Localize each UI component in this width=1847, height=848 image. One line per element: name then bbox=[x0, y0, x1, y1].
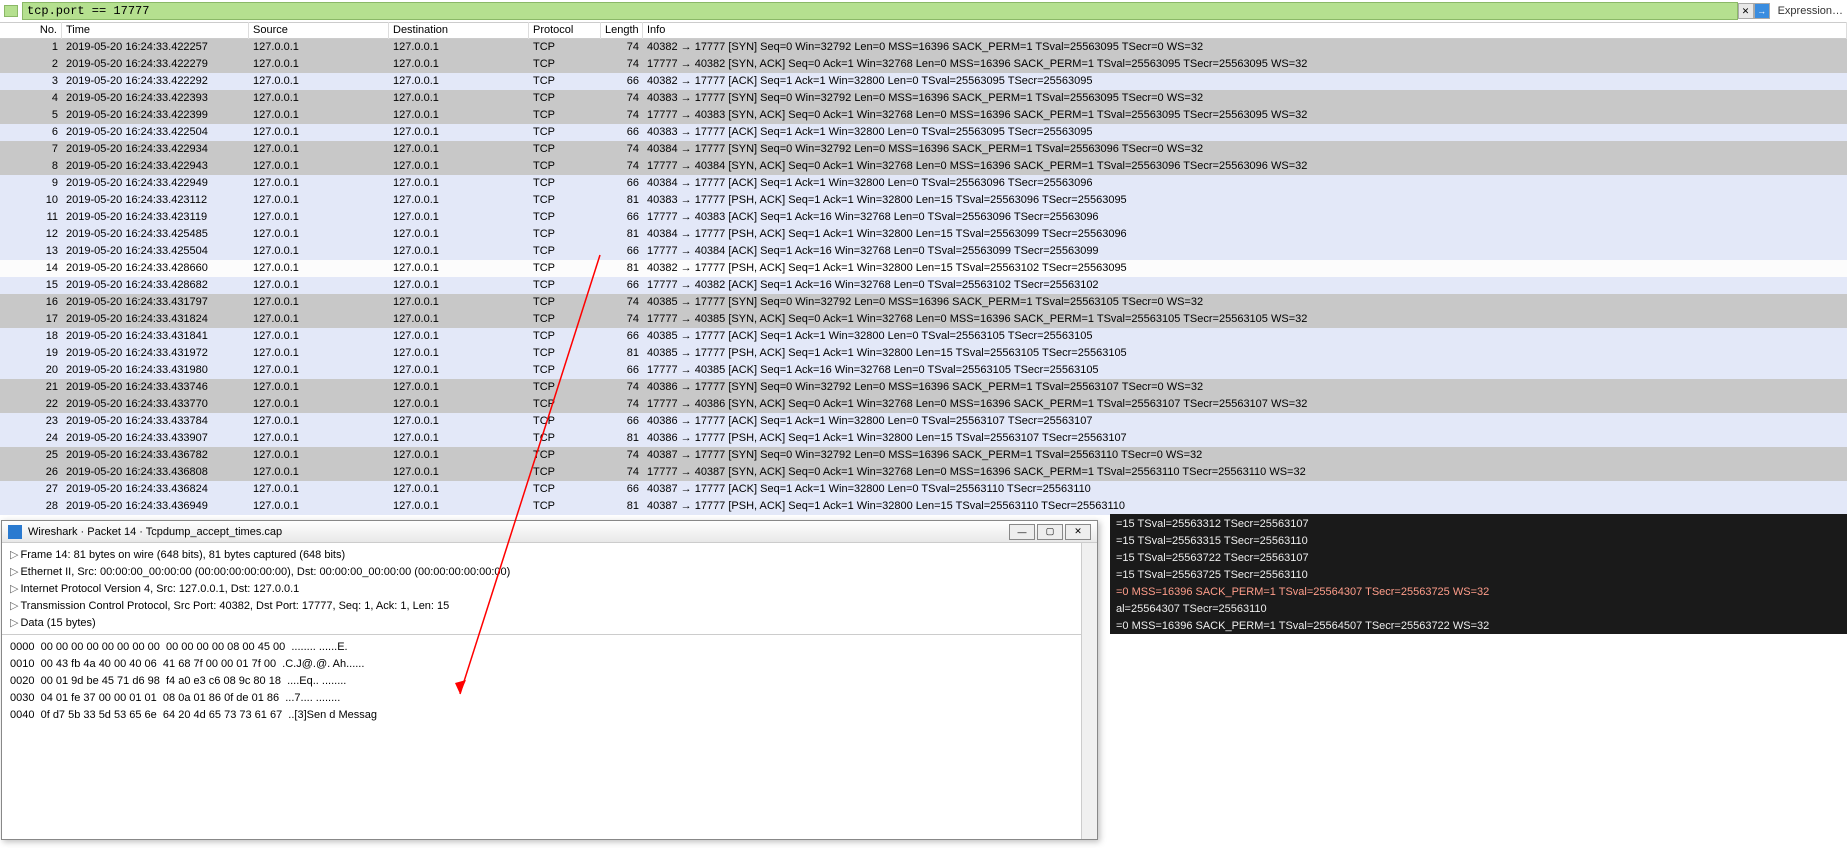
table-row[interactable]: 242019-05-20 16:24:33.433907127.0.0.1127… bbox=[0, 430, 1847, 447]
clear-filter-button[interactable]: ✕ bbox=[1738, 3, 1754, 19]
tree-item[interactable]: ▷Internet Protocol Version 4, Src: 127.0… bbox=[10, 581, 1089, 598]
background-pane: =15 TSval=25563312 TSecr=25563107=15 TSv… bbox=[1110, 514, 1847, 634]
maximize-button[interactable]: ▢ bbox=[1037, 524, 1063, 540]
hex-row[interactable]: 0020 00 01 9d be 45 71 d6 98 f4 a0 e3 c6… bbox=[10, 673, 1089, 690]
col-no[interactable]: No. bbox=[0, 22, 62, 39]
table-row[interactable]: 42019-05-20 16:24:33.422393127.0.0.1127.… bbox=[0, 90, 1847, 107]
hex-dump[interactable]: 0000 00 00 00 00 00 00 00 00 00 00 00 00… bbox=[2, 635, 1097, 728]
hex-row[interactable]: 0000 00 00 00 00 00 00 00 00 00 00 00 00… bbox=[10, 639, 1089, 656]
expand-icon[interactable]: ▷ bbox=[10, 566, 18, 578]
table-row[interactable]: 222019-05-20 16:24:33.433770127.0.0.1127… bbox=[0, 396, 1847, 413]
table-row[interactable]: 132019-05-20 16:24:33.425504127.0.0.1127… bbox=[0, 243, 1847, 260]
table-row[interactable]: 122019-05-20 16:24:33.425485127.0.0.1127… bbox=[0, 226, 1847, 243]
expression-button[interactable]: Expression… bbox=[1778, 5, 1843, 17]
table-row[interactable]: 162019-05-20 16:24:33.431797127.0.0.1127… bbox=[0, 294, 1847, 311]
table-row[interactable]: 12019-05-20 16:24:33.422257127.0.0.1127.… bbox=[0, 39, 1847, 56]
packet-detail-dialog: Wireshark · Packet 14 · Tcpdump_accept_t… bbox=[1, 520, 1098, 840]
dialog-scrollbar[interactable] bbox=[1081, 543, 1097, 839]
table-row[interactable]: 192019-05-20 16:24:33.431972127.0.0.1127… bbox=[0, 345, 1847, 362]
hex-row[interactable]: 0040 0f d7 5b 33 5d 53 65 6e 64 20 4d 65… bbox=[10, 707, 1089, 724]
col-dst[interactable]: Destination bbox=[389, 22, 529, 39]
minimize-button[interactable]: — bbox=[1009, 524, 1035, 540]
display-filter-bar: ✕ → bbox=[4, 2, 1770, 20]
wireshark-icon bbox=[8, 525, 22, 539]
hex-row[interactable]: 0010 00 43 fb 4a 40 00 40 06 41 68 7f 00… bbox=[10, 656, 1089, 673]
table-row[interactable]: 72019-05-20 16:24:33.422934127.0.0.1127.… bbox=[0, 141, 1847, 158]
display-filter-input[interactable] bbox=[22, 2, 1738, 20]
table-row[interactable]: 102019-05-20 16:24:33.423112127.0.0.1127… bbox=[0, 192, 1847, 209]
table-row[interactable]: 182019-05-20 16:24:33.431841127.0.0.1127… bbox=[0, 328, 1847, 345]
dialog-title: Wireshark · Packet 14 · Tcpdump_accept_t… bbox=[28, 526, 282, 538]
table-row[interactable]: 22019-05-20 16:24:33.422279127.0.0.1127.… bbox=[0, 56, 1847, 73]
hex-row[interactable]: 0030 04 01 fe 37 00 00 01 01 08 0a 01 86… bbox=[10, 690, 1089, 707]
packet-list[interactable]: 12019-05-20 16:24:33.422257127.0.0.1127.… bbox=[0, 39, 1847, 529]
col-info[interactable]: Info bbox=[643, 22, 1847, 39]
table-row[interactable]: 142019-05-20 16:24:33.428660127.0.0.1127… bbox=[0, 260, 1847, 277]
table-row[interactable]: 82019-05-20 16:24:33.422943127.0.0.1127.… bbox=[0, 158, 1847, 175]
table-row[interactable]: 32019-05-20 16:24:33.422292127.0.0.1127.… bbox=[0, 73, 1847, 90]
table-row[interactable]: 212019-05-20 16:24:33.433746127.0.0.1127… bbox=[0, 379, 1847, 396]
col-proto[interactable]: Protocol bbox=[529, 22, 601, 39]
bookmark-icon[interactable] bbox=[4, 5, 18, 17]
tree-item[interactable]: ▷Data (15 bytes) bbox=[10, 615, 1089, 632]
expand-icon[interactable]: ▷ bbox=[10, 583, 18, 595]
table-row[interactable]: 152019-05-20 16:24:33.428682127.0.0.1127… bbox=[0, 277, 1847, 294]
table-row[interactable]: 232019-05-20 16:24:33.433784127.0.0.1127… bbox=[0, 413, 1847, 430]
table-row[interactable]: 52019-05-20 16:24:33.422399127.0.0.1127.… bbox=[0, 107, 1847, 124]
tree-item[interactable]: ▷Transmission Control Protocol, Src Port… bbox=[10, 598, 1089, 615]
expand-icon[interactable]: ▷ bbox=[10, 549, 18, 561]
col-src[interactable]: Source bbox=[249, 22, 389, 39]
close-button[interactable]: ✕ bbox=[1065, 524, 1091, 540]
table-row[interactable]: 112019-05-20 16:24:33.423119127.0.0.1127… bbox=[0, 209, 1847, 226]
expand-icon[interactable]: ▷ bbox=[10, 600, 18, 612]
table-row[interactable]: 262019-05-20 16:24:33.436808127.0.0.1127… bbox=[0, 464, 1847, 481]
packet-tree[interactable]: ▷Frame 14: 81 bytes on wire (648 bits), … bbox=[2, 543, 1097, 635]
packet-list-header: No. Time Source Destination Protocol Len… bbox=[0, 22, 1847, 39]
table-row[interactable]: 282019-05-20 16:24:33.436949127.0.0.1127… bbox=[0, 498, 1847, 515]
table-row[interactable]: 62019-05-20 16:24:33.422504127.0.0.1127.… bbox=[0, 124, 1847, 141]
apply-filter-button[interactable]: → bbox=[1754, 3, 1770, 19]
expand-icon[interactable]: ▷ bbox=[10, 617, 18, 629]
table-row[interactable]: 252019-05-20 16:24:33.436782127.0.0.1127… bbox=[0, 447, 1847, 464]
tree-item[interactable]: ▷Frame 14: 81 bytes on wire (648 bits), … bbox=[10, 547, 1089, 564]
table-row[interactable]: 272019-05-20 16:24:33.436824127.0.0.1127… bbox=[0, 481, 1847, 498]
table-row[interactable]: 92019-05-20 16:24:33.422949127.0.0.1127.… bbox=[0, 175, 1847, 192]
table-row[interactable]: 172019-05-20 16:24:33.431824127.0.0.1127… bbox=[0, 311, 1847, 328]
col-len[interactable]: Length bbox=[601, 22, 643, 39]
tree-item[interactable]: ▷Ethernet II, Src: 00:00:00_00:00:00 (00… bbox=[10, 564, 1089, 581]
table-row[interactable]: 202019-05-20 16:24:33.431980127.0.0.1127… bbox=[0, 362, 1847, 379]
col-time[interactable]: Time bbox=[62, 22, 249, 39]
